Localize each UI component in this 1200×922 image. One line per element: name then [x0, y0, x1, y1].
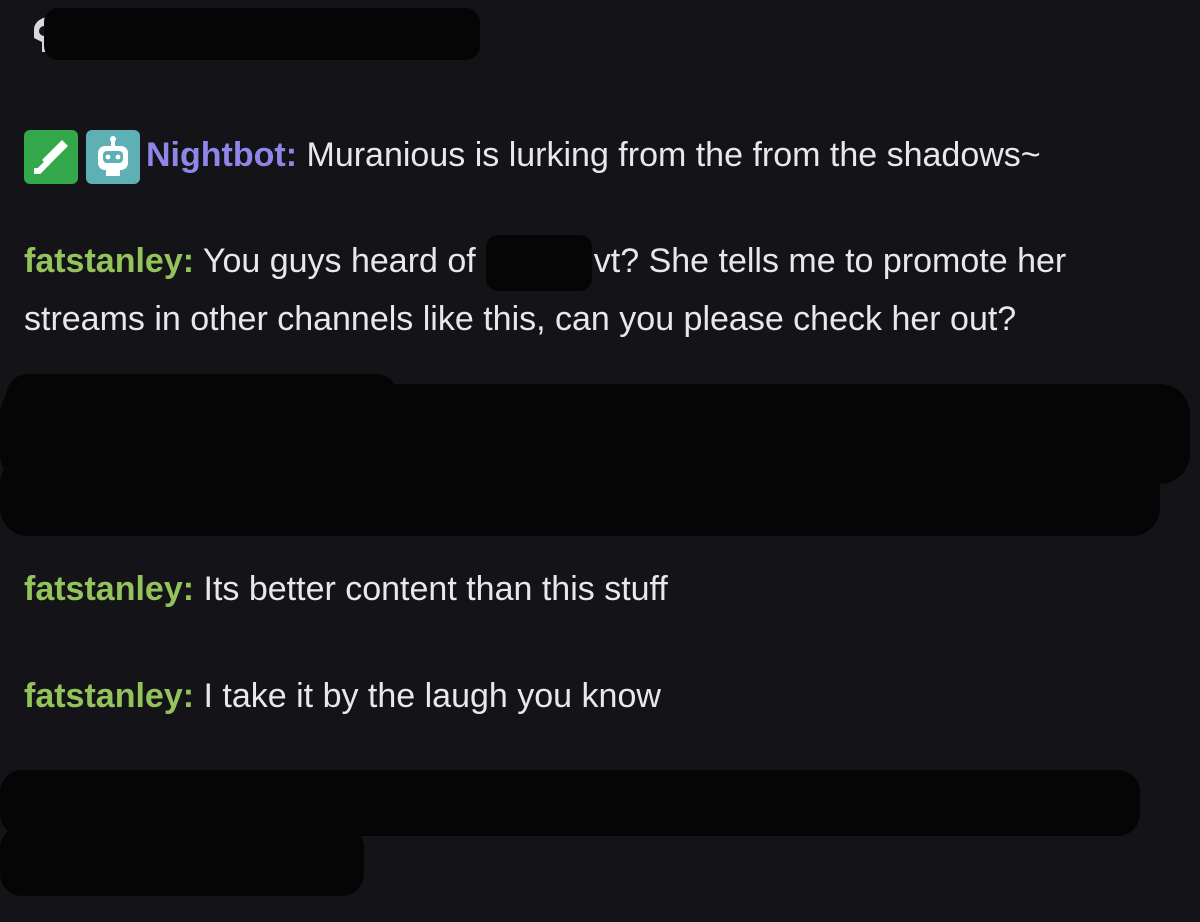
username-separator: :	[182, 242, 195, 280]
chat-username[interactable]: fatstanley	[24, 570, 183, 608]
username-separator: :	[285, 136, 298, 174]
redaction-bar-bottom-2	[0, 826, 364, 896]
chat-message-fatstanley: fatstanley: Its better content than this…	[24, 560, 668, 618]
chat-username[interactable]: fatstanley	[24, 677, 183, 715]
chat-message-text: Its better content than this stuff	[203, 570, 668, 608]
chat-message-text: I take it by the laugh you know	[203, 677, 661, 715]
chat-message-text: You guys heard of	[202, 242, 476, 280]
chat-message-text: Muranious is lurking from the from the s…	[306, 136, 1041, 174]
username-separator: :	[182, 570, 195, 608]
username-separator: :	[182, 677, 195, 715]
redaction-bar-top	[44, 8, 480, 60]
chat-message-text: streams in other channels like this, can…	[24, 300, 1017, 338]
chat-message-text-continued: vt? She tells me to promote her	[593, 242, 1067, 280]
sword-badge-icon[interactable]	[24, 130, 78, 185]
robot-badge-icon[interactable]	[86, 130, 140, 185]
redaction-bar-large-3	[0, 456, 1160, 536]
chat-message-fatstanley: fatstanley: I take it by the laugh you k…	[24, 667, 661, 725]
chat-username[interactable]: fatstanley	[24, 242, 183, 280]
chat-message-fatstanley-line2: streams in other channels like this, can…	[24, 290, 1016, 348]
chat-log: Nightbot: Muranious is lurking from the …	[0, 0, 1200, 922]
redaction-inline	[485, 235, 592, 292]
chat-message-nightbot: Nightbot: Muranious is lurking from the …	[24, 126, 1041, 185]
chat-message-fatstanley: fatstanley: You guys heard of vt? She tel…	[24, 232, 1067, 292]
chat-username[interactable]: Nightbot	[146, 136, 286, 174]
